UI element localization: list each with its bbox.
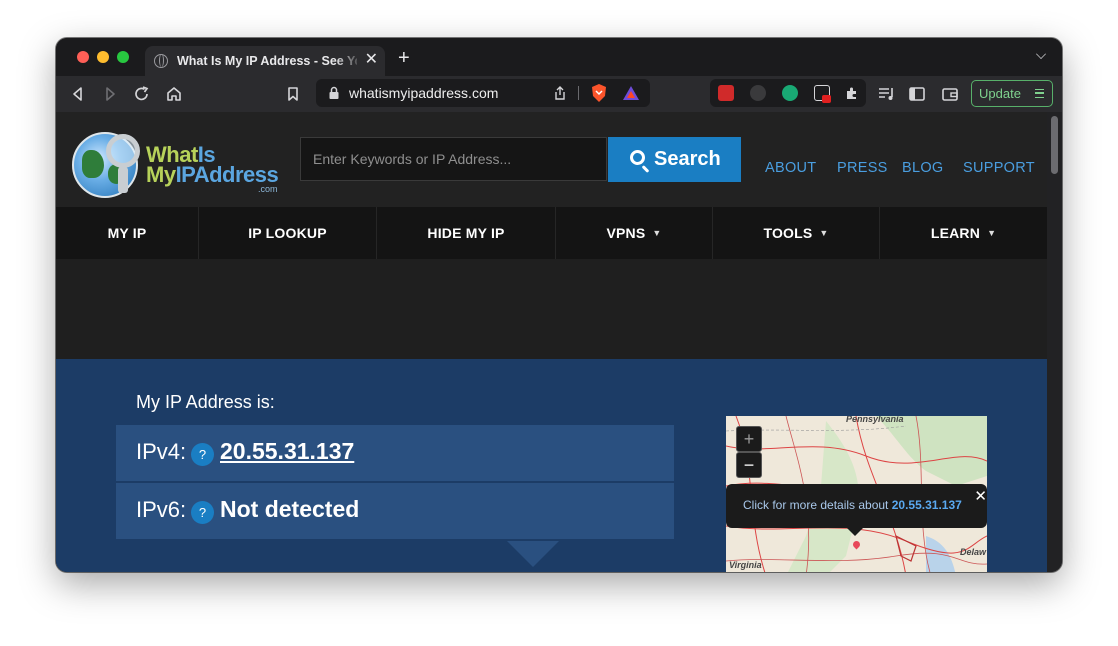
forward-icon[interactable] <box>100 84 120 104</box>
close-icon[interactable]: ✕ <box>974 487 987 505</box>
main-nav: MY IP IP LOOKUP HIDE MY IP VPNS ▼ TOOLS ▼ … <box>56 207 1047 259</box>
brave-shield-icon[interactable] <box>590 83 608 103</box>
ipv6-label: IPv6: <box>136 497 187 522</box>
nav-hide-my-ip[interactable]: HIDE MY IP <box>377 207 556 259</box>
globe-icon <box>154 54 168 68</box>
close-window-button[interactable] <box>77 51 89 63</box>
caret-down-icon: ▼ <box>987 228 997 238</box>
nav-learn[interactable]: LEARN ▼ <box>880 207 1047 259</box>
map-popup[interactable]: Click for more details about 20.55.31.13… <box>726 484 987 528</box>
reload-icon[interactable] <box>132 84 152 104</box>
address-bar[interactable]: whatismyipaddress.com <box>316 79 650 107</box>
ipv4-value[interactable]: 20.55.31.137 <box>220 438 354 465</box>
map-label-delaware: Delaw <box>960 547 987 557</box>
grammarly-extension-icon[interactable] <box>782 85 798 101</box>
update-label: Update <box>979 86 1021 101</box>
ipv6-value: Not detected <box>220 496 360 522</box>
search-button[interactable]: Search <box>608 137 741 182</box>
sidebar-icon[interactable] <box>907 84 927 104</box>
wallet-icon[interactable] <box>940 84 960 104</box>
logo-line-2: MyIPAddress <box>146 162 279 187</box>
search-icon <box>630 150 645 165</box>
chevron-down-icon[interactable] <box>1036 49 1046 59</box>
nav-my-ip[interactable]: MY IP <box>56 207 199 259</box>
extension-icon[interactable] <box>750 85 766 101</box>
logo-suffix: .com <box>258 184 278 194</box>
bookmark-icon[interactable] <box>283 84 303 104</box>
pointer-arrow <box>507 541 559 567</box>
nav-vpns[interactable]: VPNS ▼ <box>556 207 713 259</box>
extensions-group <box>710 79 866 107</box>
browser-toolbar: whatismyipaddress.com Update <box>56 76 1062 112</box>
location-map[interactable]: Pennsylvania Virginia Delaw + − Click fo… <box>726 416 987 572</box>
tab-close-icon[interactable]: ✕ <box>365 51 378 69</box>
share-icon[interactable] <box>552 85 568 101</box>
search-button-label: Search <box>654 148 721 170</box>
back-icon[interactable] <box>68 84 88 104</box>
playlist-icon[interactable] <box>876 84 896 104</box>
link-press[interactable]: PRESS <box>837 160 888 176</box>
map-label-pennsylvania: Pennsylvania <box>846 416 904 424</box>
tab-active[interactable]: What Is My IP Address - See Your ✕ <box>145 46 385 76</box>
web-page: WhatIs MyIPAddress .com Search ABOUT PRE… <box>56 112 1047 572</box>
ip-hero-section: My IP Address is: IPv4: ? 20.55.31.137 I… <box>56 359 1047 572</box>
extensions-icon[interactable] <box>844 85 860 101</box>
browser-window: What Is My IP Address - See Your ✕ + wha… <box>56 38 1062 572</box>
zoom-window-button[interactable] <box>117 51 129 63</box>
scrollbar-thumb[interactable] <box>1051 116 1058 174</box>
link-blog[interactable]: BLOG <box>902 160 944 176</box>
minimize-window-button[interactable] <box>97 51 109 63</box>
help-icon[interactable]: ? <box>191 501 214 524</box>
lastpass-extension-icon[interactable] <box>718 85 734 101</box>
link-support[interactable]: SUPPORT <box>963 160 1035 176</box>
nav-tools[interactable]: TOOLS ▼ <box>713 207 880 259</box>
ipv6-row: IPv6: ? Not detected <box>116 483 674 539</box>
ipv4-row: IPv4: ? 20.55.31.137 <box>116 425 674 481</box>
url-text: whatismyipaddress.com <box>349 85 499 101</box>
map-label-virginia: Virginia <box>729 560 762 570</box>
magnifier-logo-icon <box>106 134 140 168</box>
site-header: WhatIs MyIPAddress .com Search ABOUT PRE… <box>56 112 1047 207</box>
ipv4-label: IPv4: <box>136 439 187 464</box>
tab-strip: What Is My IP Address - See Your ✕ + <box>56 38 1062 76</box>
lock-icon <box>329 86 339 99</box>
menu-icon <box>1035 89 1044 98</box>
home-icon[interactable] <box>164 84 184 104</box>
site-logo[interactable]: WhatIs MyIPAddress .com <box>72 132 287 204</box>
caret-down-icon: ▼ <box>652 228 662 238</box>
nav-ip-lookup[interactable]: IP LOOKUP <box>199 207 377 259</box>
brave-rewards-icon[interactable] <box>622 84 640 102</box>
tab-title: What Is My IP Address - See Your <box>177 54 357 68</box>
update-button[interactable]: Update <box>971 80 1053 107</box>
caret-down-icon: ▼ <box>819 228 829 238</box>
ad-placeholder <box>56 259 1047 359</box>
map-zoom-in-button[interactable]: + <box>736 426 762 452</box>
page-scrollbar[interactable] <box>1047 112 1062 572</box>
search-input[interactable] <box>300 137 607 181</box>
map-popup-text: Click for more details about 20.55.31.13… <box>743 498 962 512</box>
my-ip-heading: My IP Address is: <box>136 392 275 412</box>
new-tab-button[interactable]: + <box>398 48 410 68</box>
help-icon[interactable]: ? <box>191 443 214 466</box>
link-about[interactable]: ABOUT <box>765 160 816 176</box>
map-zoom-out-button[interactable]: − <box>736 452 762 478</box>
